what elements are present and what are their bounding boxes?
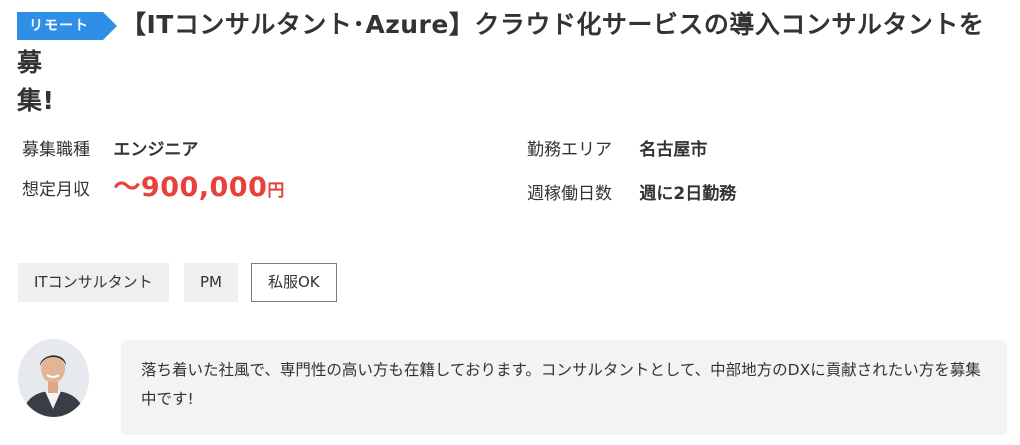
job-type-row: 募集職種 エンジニア bbox=[22, 138, 198, 162]
recruiter-avatar bbox=[18, 339, 89, 417]
job-type-label: 募集職種 bbox=[22, 140, 90, 160]
job-title-text: 【ITコンサルタント･Azure】クラウド化サービスの導入コンサルタントを募 bbox=[17, 10, 985, 77]
remote-badge: リモート bbox=[17, 12, 117, 40]
work-area-label: 勤務エリア bbox=[527, 140, 612, 160]
message-text: 落ち着いた社風で、専門性の高い方も在籍しております。コンサルタントとして、中部地… bbox=[141, 361, 981, 408]
salary-label: 想定月収 bbox=[22, 179, 90, 200]
salary-row: 想定月収 〜900,000円 bbox=[22, 174, 285, 216]
message-bubble: 落ち着いた社風で、専門性の高い方も在籍しております。コンサルタントとして、中部地… bbox=[121, 340, 1007, 435]
work-area-row: 勤務エリア 名古屋市 bbox=[527, 138, 707, 162]
tag-casual-dress[interactable]: 私服OK bbox=[251, 263, 337, 302]
person-photo-icon bbox=[18, 339, 89, 417]
job-type-value: エンジニア bbox=[113, 140, 199, 160]
work-days-label: 週稼働日数 bbox=[527, 184, 612, 204]
salary-unit: 円 bbox=[267, 181, 285, 201]
tag-it-consultant[interactable]: ITコンサルタント bbox=[18, 263, 169, 302]
work-days-value: 週に2日勤務 bbox=[639, 184, 737, 204]
job-title-block: リモート 【ITコンサルタント･Azure】クラウド化サービスの導入コンサルタント… bbox=[17, 6, 1007, 120]
job-title-line-1: リモート 【ITコンサルタント･Azure】クラウド化サービスの導入コンサルタント… bbox=[17, 6, 1007, 82]
job-title-line-2: 集! bbox=[17, 86, 55, 115]
salary-value: 〜900,000 bbox=[113, 172, 268, 203]
work-area-value: 名古屋市 bbox=[639, 140, 708, 160]
tag-pm[interactable]: PM bbox=[184, 263, 238, 302]
work-days-row: 週稼働日数 週に2日勤務 bbox=[527, 182, 736, 206]
